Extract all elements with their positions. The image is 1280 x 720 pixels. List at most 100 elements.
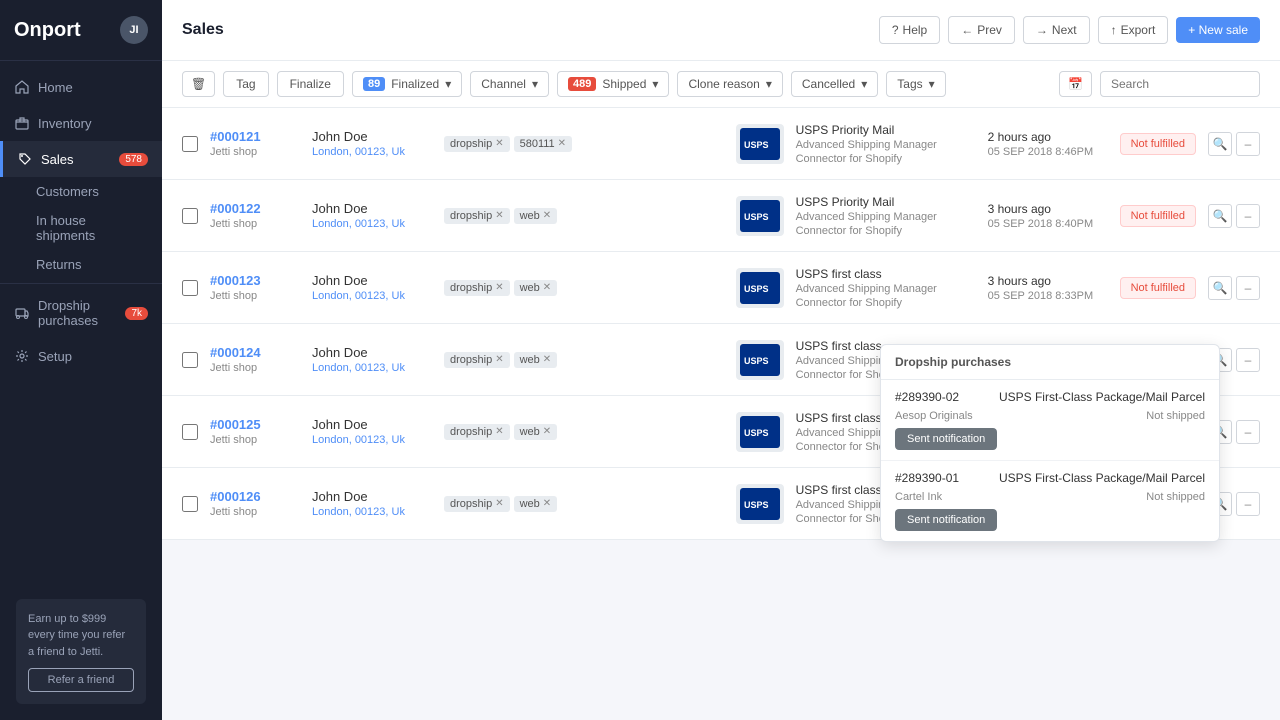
order-number[interactable]: #000121 bbox=[210, 129, 300, 144]
more-action-button[interactable]: – bbox=[1236, 204, 1260, 228]
table-row: #000121 Jetti shop John Doe London, 0012… bbox=[162, 108, 1280, 180]
help-button[interactable]: ? Help bbox=[879, 16, 940, 44]
sidebar-item-inventory[interactable]: Inventory bbox=[0, 105, 162, 141]
search-action-button[interactable]: 🔍 bbox=[1208, 132, 1232, 156]
more-action-button[interactable]: – bbox=[1236, 420, 1260, 444]
table-row: #000122 Jetti shop John Doe London, 0012… bbox=[162, 180, 1280, 252]
next-button[interactable]: → Next bbox=[1023, 16, 1090, 44]
dropdown-item-1: #289390-02 USPS First-Class Package/Mail… bbox=[881, 380, 1219, 461]
sidebar-item-label: Dropship purchases bbox=[38, 298, 117, 328]
delete-button[interactable]: 🗑 bbox=[182, 71, 215, 97]
table-row: #000124 Jetti shop John Doe London, 0012… bbox=[162, 324, 1280, 396]
tag-dropship: dropship ✕ bbox=[444, 424, 510, 440]
more-action-button[interactable]: – bbox=[1236, 132, 1260, 156]
sidebar-item-label: Home bbox=[38, 80, 73, 95]
sidebar-item-customers[interactable]: Customers bbox=[36, 177, 162, 206]
customer-cell: John Doe London, 00123, Uk bbox=[312, 489, 432, 518]
finalized-filter[interactable]: 89 Finalized ▾ bbox=[352, 71, 462, 97]
carrier-logo: USPS bbox=[736, 340, 784, 380]
next-icon: → bbox=[1036, 23, 1048, 37]
shipped-filter[interactable]: 489 Shipped ▾ bbox=[557, 71, 669, 97]
svg-text:USPS: USPS bbox=[744, 500, 769, 510]
shipping-info: USPS first class Advanced Shipping Manag… bbox=[796, 267, 976, 309]
order-number[interactable]: #000124 bbox=[210, 345, 300, 360]
sidebar-item-home[interactable]: Home bbox=[0, 69, 162, 105]
tags-cell: dropship ✕ web ✕ bbox=[444, 424, 604, 440]
time-cell: 2 hours ago 05 SEP 2018 8:46PM bbox=[988, 130, 1108, 158]
time-date: 05 SEP 2018 8:33PM bbox=[988, 290, 1108, 302]
new-sale-button[interactable]: + New sale bbox=[1176, 17, 1260, 43]
more-action-button[interactable]: – bbox=[1236, 276, 1260, 300]
shipping-sub2: Connector for Shopify bbox=[796, 153, 976, 165]
svg-text:USPS: USPS bbox=[744, 356, 769, 366]
dropdown-item-bottom: Cartel Ink Not shipped bbox=[895, 491, 1205, 503]
table-row: #000123 Jetti shop John Doe London, 0012… bbox=[162, 252, 1280, 324]
fulfillment-status[interactable]: Not fulfilled bbox=[1120, 277, 1196, 299]
row-checkbox[interactable] bbox=[182, 208, 198, 224]
page-header: Sales ? Help ← Prev → Next ↑ Export + Ne… bbox=[162, 0, 1280, 61]
status-cell: Not fulfilled bbox=[1120, 277, 1196, 299]
shop-name: Jetti shop bbox=[210, 434, 300, 446]
finalize-button[interactable]: Finalize bbox=[277, 71, 344, 97]
sidebar-item-label: Sales bbox=[41, 152, 74, 167]
fulfillment-status[interactable]: Not fulfilled bbox=[1120, 133, 1196, 155]
search-input[interactable] bbox=[1100, 71, 1260, 97]
order-number[interactable]: #000126 bbox=[210, 489, 300, 504]
sidebar-item-in-house-shipments[interactable]: In house shipments bbox=[36, 206, 162, 250]
sidebar-item-returns[interactable]: Returns bbox=[36, 250, 162, 279]
tags-filter[interactable]: Tags ▾ bbox=[886, 71, 945, 97]
search-action-button[interactable]: 🔍 bbox=[1208, 276, 1232, 300]
sidebar-item-sales[interactable]: Sales 578 bbox=[0, 141, 162, 177]
shipping-sub2: Connector for Shopify bbox=[796, 225, 976, 237]
shipping-service: USPS first class bbox=[796, 267, 976, 281]
toolbar: 🗑 Tag Finalize 89 Finalized ▾ Channel ▾ … bbox=[162, 61, 1280, 108]
more-action-button[interactable]: – bbox=[1236, 348, 1260, 372]
shop-name: Jetti shop bbox=[210, 290, 300, 302]
customer-location: London, 00123, Uk bbox=[312, 146, 432, 158]
sidebar-item-dropship-purchases[interactable]: Dropship purchases 7k bbox=[0, 288, 162, 338]
sidebar-item-setup[interactable]: Setup bbox=[0, 338, 162, 374]
channel-filter[interactable]: Channel ▾ bbox=[470, 71, 549, 97]
tag-button[interactable]: Tag bbox=[223, 71, 268, 97]
order-number[interactable]: #000122 bbox=[210, 201, 300, 216]
search-action-button[interactable]: 🔍 bbox=[1208, 204, 1232, 228]
sidebar-item-label: Setup bbox=[38, 349, 72, 364]
fulfillment-status[interactable]: Not fulfilled bbox=[1120, 205, 1196, 227]
dropdown-item-bottom: Aesop Originals Not shipped bbox=[895, 410, 1205, 422]
finalized-count: 89 bbox=[363, 77, 385, 91]
row-checkbox[interactable] bbox=[182, 496, 198, 512]
export-button[interactable]: ↑ Export bbox=[1098, 16, 1169, 44]
dropdown-order-num: #289390-01 bbox=[895, 471, 959, 485]
row-checkbox[interactable] bbox=[182, 424, 198, 440]
tags-label: Tags bbox=[897, 77, 922, 91]
order-cell: #000122 Jetti shop bbox=[210, 201, 300, 230]
more-action-button[interactable]: – bbox=[1236, 492, 1260, 516]
user-avatar[interactable]: JI bbox=[120, 16, 148, 44]
chevron-down-icon: ▾ bbox=[929, 77, 935, 91]
row-checkbox[interactable] bbox=[182, 280, 198, 296]
prev-button[interactable]: ← Prev bbox=[948, 16, 1015, 44]
sidebar-logo: Onport JI bbox=[0, 0, 162, 61]
clone-reason-filter[interactable]: Clone reason ▾ bbox=[677, 71, 782, 97]
sidebar-item-label: Inventory bbox=[38, 116, 91, 131]
header-actions: ? Help ← Prev → Next ↑ Export + New sale bbox=[879, 16, 1260, 44]
carrier-logo: USPS bbox=[736, 196, 784, 236]
shop-name: Jetti shop bbox=[210, 218, 300, 230]
logo-text: Onport bbox=[14, 19, 81, 42]
row-checkbox[interactable] bbox=[182, 136, 198, 152]
order-number[interactable]: #000123 bbox=[210, 273, 300, 288]
popup-header: Dropship purchases bbox=[881, 345, 1219, 380]
shop-name: Jetti shop bbox=[210, 506, 300, 518]
status-cell: Not fulfilled bbox=[1120, 205, 1196, 227]
order-number[interactable]: #000125 bbox=[210, 417, 300, 432]
customer-location: London, 00123, Uk bbox=[312, 362, 432, 374]
sent-notification-button-1[interactable]: Sent notification bbox=[895, 428, 997, 450]
sent-notification-button-2[interactable]: Sent notification bbox=[895, 509, 997, 531]
row-checkbox[interactable] bbox=[182, 352, 198, 368]
refer-friend-button[interactable]: Refer a friend bbox=[28, 668, 134, 692]
calendar-button[interactable]: 📅 bbox=[1059, 71, 1092, 97]
cancelled-filter[interactable]: Cancelled ▾ bbox=[791, 71, 878, 97]
tag-dropship: dropship ✕ bbox=[444, 496, 510, 512]
dropdown-shop: Aesop Originals bbox=[895, 410, 973, 422]
shop-name: Jetti shop bbox=[210, 362, 300, 374]
